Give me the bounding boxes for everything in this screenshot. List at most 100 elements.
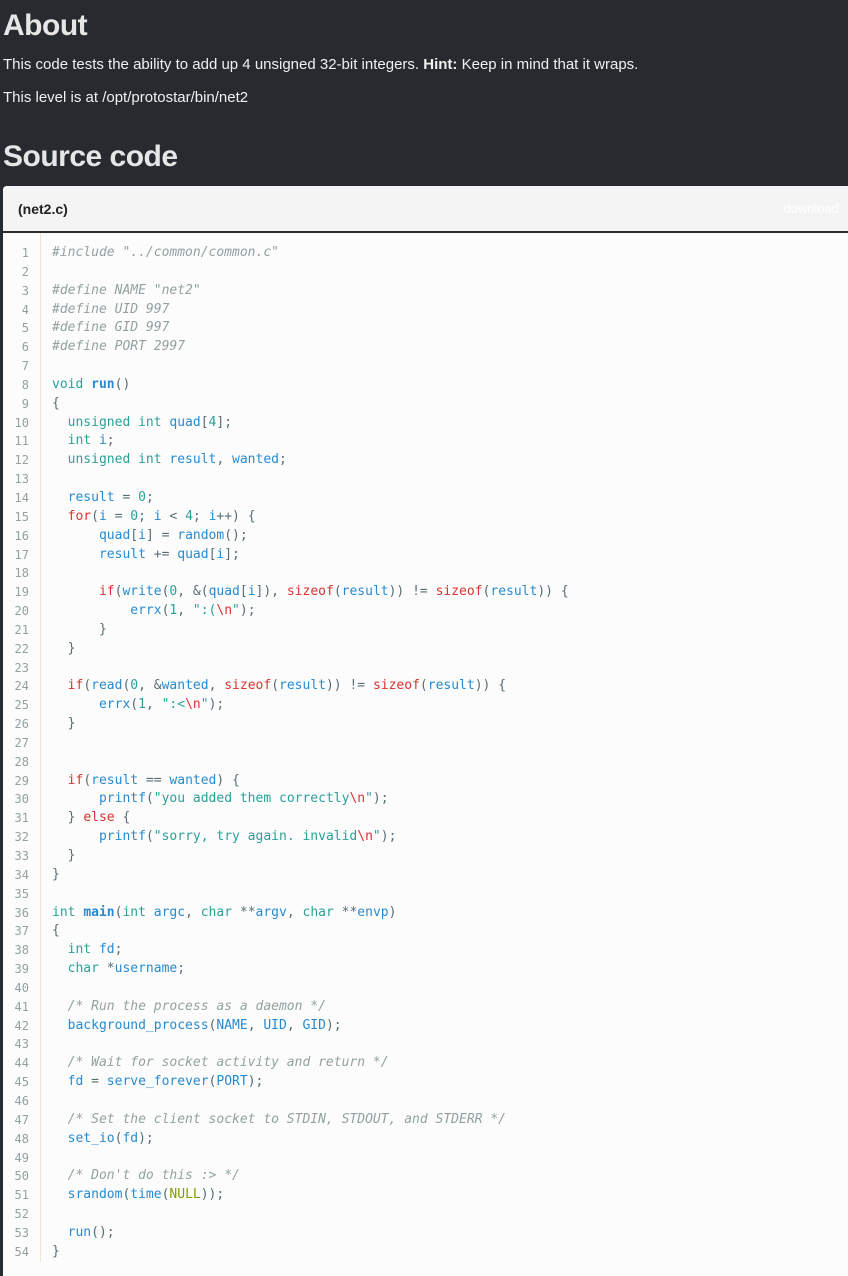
line-number: 6 [21, 340, 29, 355]
line-number: 42 [14, 1018, 29, 1033]
code-token: unsigned int [67, 452, 162, 468]
code-text: } else { [52, 809, 131, 828]
code-token: ":< [161, 697, 186, 713]
code-token: ":( [192, 603, 217, 619]
code-token: , [216, 452, 233, 468]
code-token: NULL [169, 1187, 201, 1203]
code-line: 48 set_io(fd); [3, 1130, 848, 1149]
panel-header: (net2.c) download [3, 186, 848, 233]
code-token: ; [114, 942, 123, 958]
code-token: int [122, 904, 146, 920]
line-number: 7 [21, 359, 29, 374]
code-token: ); [138, 1130, 154, 1146]
code-token: } [52, 866, 60, 882]
code-token: UID [263, 1017, 287, 1033]
code-text: #define UID 997 [52, 301, 169, 320]
code-text: void run() [52, 376, 130, 395]
about-heading: About [3, 9, 88, 42]
code-line: 33 } [3, 847, 848, 866]
code-line: 38 int fd; [3, 941, 848, 960]
code-token: quad [177, 546, 209, 562]
line-number: 22 [14, 641, 29, 656]
code-line: 52 [3, 1205, 848, 1224]
about-description: This code tests the ability to add up 4 … [3, 56, 638, 73]
code-text: errx(1, ":(\n"); [52, 602, 256, 621]
code-token: , [145, 697, 162, 713]
code-token: " [365, 791, 373, 807]
code-text: } [52, 847, 76, 866]
code-token: 1 [138, 697, 146, 713]
line-number: 2 [21, 264, 29, 279]
line-number: 51 [14, 1188, 29, 1203]
code-line: 45 fd = serve_forever(PORT); [3, 1073, 848, 1092]
code-line: 15 for(i = 0; i < 4; i++) { [3, 508, 848, 527]
code-token: sizeof [435, 584, 483, 600]
line-number: 27 [14, 735, 29, 750]
code-token: quad [208, 584, 240, 600]
code-text: { [52, 922, 60, 941]
code-token: , & [138, 678, 162, 694]
code-token: int [67, 942, 92, 958]
code-text: /* Set the client socket to STDIN, STDOU… [52, 1111, 506, 1130]
code-line: 17 result += quad[i]; [3, 546, 848, 565]
code-token: char [67, 961, 99, 977]
code-token: ; [177, 961, 186, 977]
code-token: int [67, 433, 92, 449]
code-token: i [98, 433, 107, 449]
code-token: result [98, 546, 146, 562]
code-line: 47 /* Set the client socket to STDIN, ST… [3, 1111, 848, 1130]
code-token: PORT [216, 1074, 248, 1090]
code-line: 6 #define PORT 2997 [3, 338, 848, 357]
code-text: } [52, 640, 76, 659]
code-token: ]; [216, 414, 233, 430]
code-token: ); [239, 603, 256, 619]
code-text: set_io(fd); [52, 1130, 154, 1149]
code-token: < [161, 508, 186, 524]
code-token: if [67, 678, 84, 694]
code-token: ; [192, 508, 209, 524]
code-token: = [106, 508, 131, 524]
line-number: 48 [14, 1131, 29, 1146]
code-token: background_process [67, 1017, 209, 1033]
code-token: \n [349, 791, 366, 807]
code-line: 27 [3, 734, 848, 753]
code-text: result += quad[i]; [52, 546, 240, 565]
code-token: 0 [130, 678, 139, 694]
line-number: 54 [14, 1244, 29, 1259]
code-line: 35 [3, 885, 848, 904]
code-token: /* Don't do this :> */ [67, 1168, 240, 1184]
code-token: wanted [161, 678, 209, 694]
code-token: /* Wait for socket activity and return *… [67, 1055, 389, 1071]
line-number: 29 [14, 773, 29, 788]
code-text: #include "../common/common.c" [52, 244, 279, 263]
code-token: fd [122, 1130, 139, 1146]
code-line: 31 } else { [3, 809, 848, 828]
code-token: ( [145, 829, 154, 845]
code-token: #define UID 997 [52, 301, 170, 317]
code-token: ( [333, 584, 342, 600]
code-text: } [52, 1243, 60, 1262]
code-text: #define NAME "net2" [52, 282, 201, 301]
code-token: username [114, 961, 178, 977]
code-token: " [372, 829, 381, 845]
download-link[interactable]: download [783, 201, 839, 216]
code-token: \n [357, 829, 373, 845]
code-token: } [52, 621, 107, 637]
code-text: } [52, 715, 76, 734]
code-token: ; [279, 452, 287, 468]
line-number: 34 [14, 867, 29, 882]
code-line: 8 void run() [3, 376, 848, 395]
code-token: serve_forever [106, 1074, 209, 1090]
hint-label: Hint: [423, 56, 458, 73]
code-token: 0 [138, 489, 146, 505]
code-text: { [52, 395, 60, 414]
